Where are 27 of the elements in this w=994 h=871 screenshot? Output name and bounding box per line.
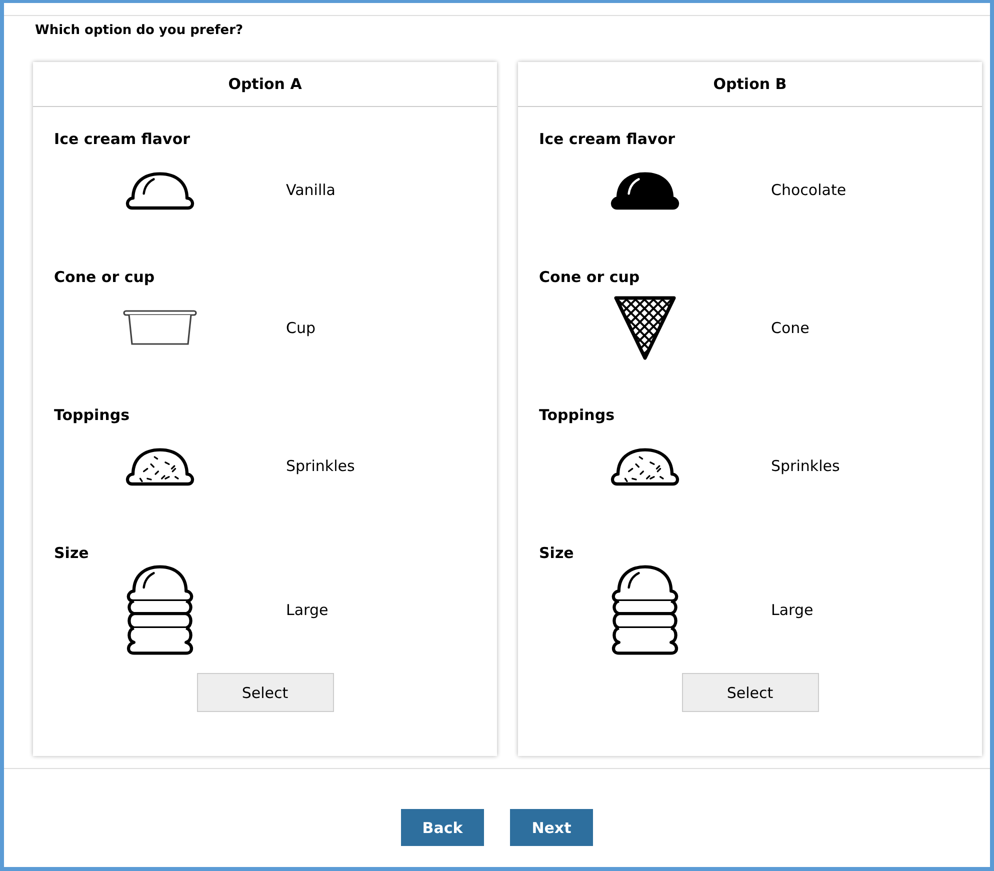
attribute-value: Cup xyxy=(286,319,316,337)
back-button[interactable]: Back xyxy=(401,809,484,846)
attribute-label: Size xyxy=(54,544,89,562)
cup-icon xyxy=(122,309,198,347)
attribute-label: Ice cream flavor xyxy=(539,130,676,148)
option-title: Option B xyxy=(713,75,787,93)
attribute-value: Large xyxy=(286,601,328,619)
waffle-cone-icon xyxy=(613,295,677,361)
next-button[interactable]: Next xyxy=(510,809,593,846)
attribute-label: Toppings xyxy=(539,406,615,424)
triple-scoop-icon xyxy=(609,563,681,657)
select-button[interactable]: Select xyxy=(682,673,818,712)
attribute-label: Size xyxy=(539,544,574,562)
select-button[interactable]: Select xyxy=(196,673,334,712)
question-text: Which option do you prefer? xyxy=(34,22,244,40)
attribute-value: Cone xyxy=(771,319,810,337)
attribute-label: Cone or cup xyxy=(54,268,155,286)
triple-scoop-icon xyxy=(124,563,196,657)
attribute-label: Ice cream flavor xyxy=(54,130,190,148)
attribute-value: Large xyxy=(771,601,814,619)
attribute-value: Sprinkles xyxy=(286,457,355,475)
attribute-value: Chocolate xyxy=(771,181,846,199)
attribute-value: Sprinkles xyxy=(771,457,840,475)
attribute-label: Cone or cup xyxy=(539,268,640,286)
option-title: Option A xyxy=(228,75,302,93)
attribute-label: Toppings xyxy=(54,406,130,424)
attribute-value: Vanilla xyxy=(286,181,336,199)
